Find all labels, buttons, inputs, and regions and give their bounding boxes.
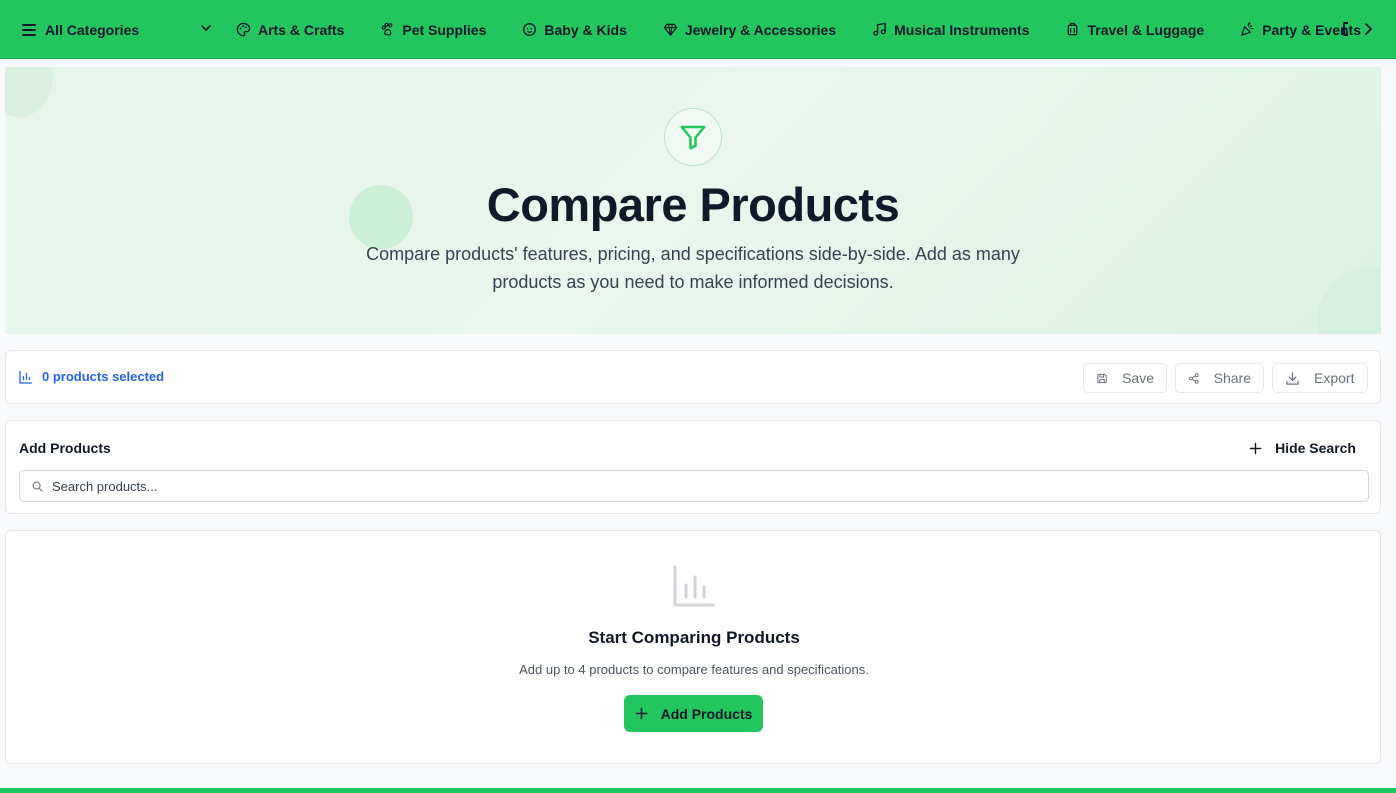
category-list: Arts & Crafts Pet Supplies Baby & Kids J… <box>236 0 1396 59</box>
luggage-icon <box>1068 22 1078 36</box>
nav-item-jewelry[interactable]: Jewelry & Accessories <box>663 22 836 38</box>
export-label: Export <box>1314 370 1355 386</box>
footer-edge <box>0 788 1396 793</box>
hide-search-button[interactable]: Hide Search <box>1249 440 1356 456</box>
export-button[interactable]: Export <box>1272 363 1368 393</box>
hero-banner: Compare Products Compare products' featu… <box>5 67 1381 334</box>
add-products-button[interactable]: Add Products <box>624 695 763 732</box>
search-input[interactable] <box>52 471 1352 501</box>
hide-search-label: Hide Search <box>1275 440 1356 456</box>
nav-item-arts-crafts[interactable]: Arts & Crafts <box>236 22 344 38</box>
download-icon <box>1286 371 1299 385</box>
all-categories-dropdown[interactable]: All Categories <box>22 0 214 59</box>
add-products-panel: Add Products Hide Search <box>5 420 1381 514</box>
empty-state-title: Start Comparing Products <box>588 628 800 647</box>
hero-icon-badge <box>664 108 722 166</box>
decorative-circle <box>1317 267 1381 334</box>
palette-icon <box>236 22 251 37</box>
selected-count: 0 products selected <box>19 369 164 384</box>
search-field <box>19 470 1369 502</box>
share-icon <box>1188 372 1199 384</box>
save-icon <box>1097 373 1107 383</box>
party-icon <box>1241 22 1254 36</box>
page-title: Compare Products <box>486 178 900 231</box>
search-icon <box>32 481 43 492</box>
nav-item-label: Baby & Kids <box>544 21 627 38</box>
nav-item-baby-kids[interactable]: Baby & Kids <box>522 21 627 38</box>
decorative-circle <box>5 67 53 117</box>
all-categories-label: All Categories <box>45 21 140 38</box>
gem-icon <box>663 23 678 36</box>
nav-item-musical-instruments[interactable]: Musical Instruments <box>872 22 1029 38</box>
nav-item-label: Travel & Luggage <box>1087 21 1205 38</box>
nav-item-label: Jewelry & Accessories <box>684 21 837 38</box>
nav-item-label: Musical Instruments <box>894 21 1030 38</box>
save-label: Save <box>1122 370 1154 386</box>
comparison-toolbar: 0 products selected Save Share Export <box>5 350 1381 404</box>
category-nav-bar: All Categories Arts & Crafts Pet Supplie… <box>0 0 1396 59</box>
nav-item-pet-supplies[interactable]: Pet Supplies <box>380 22 486 38</box>
plus-icon <box>635 707 647 720</box>
filter-icon <box>680 125 706 150</box>
nav-item-label: Arts & Crafts <box>258 21 345 38</box>
plus-icon <box>1249 442 1262 454</box>
menu-icon <box>22 23 36 36</box>
save-button[interactable]: Save <box>1083 363 1167 393</box>
selected-count-label: 0 products selected <box>42 369 165 384</box>
empty-state: Start Comparing Products Add up to 4 pro… <box>5 530 1381 764</box>
add-products-title: Add Products <box>19 440 111 456</box>
bar-chart-icon <box>673 565 715 607</box>
chevron-down-icon <box>201 25 211 31</box>
nav-item-label: Pet Supplies <box>402 21 487 38</box>
empty-state-description: Add up to 4 products to compare features… <box>519 662 869 677</box>
nav-item-partial-icon <box>1343 22 1348 36</box>
share-label: Share <box>1213 370 1251 386</box>
nav-item-travel-luggage[interactable]: Travel & Luggage <box>1065 22 1204 38</box>
music-icon <box>873 22 886 36</box>
share-button[interactable]: Share <box>1175 363 1264 393</box>
add-products-button-label: Add Products <box>660 705 753 722</box>
baby-icon <box>523 23 537 36</box>
bar-chart-icon <box>19 370 32 384</box>
page-subtitle: Compare products' features, pricing, and… <box>366 244 1020 292</box>
chevron-right-icon[interactable] <box>1360 21 1376 37</box>
paw-icon <box>382 22 393 36</box>
